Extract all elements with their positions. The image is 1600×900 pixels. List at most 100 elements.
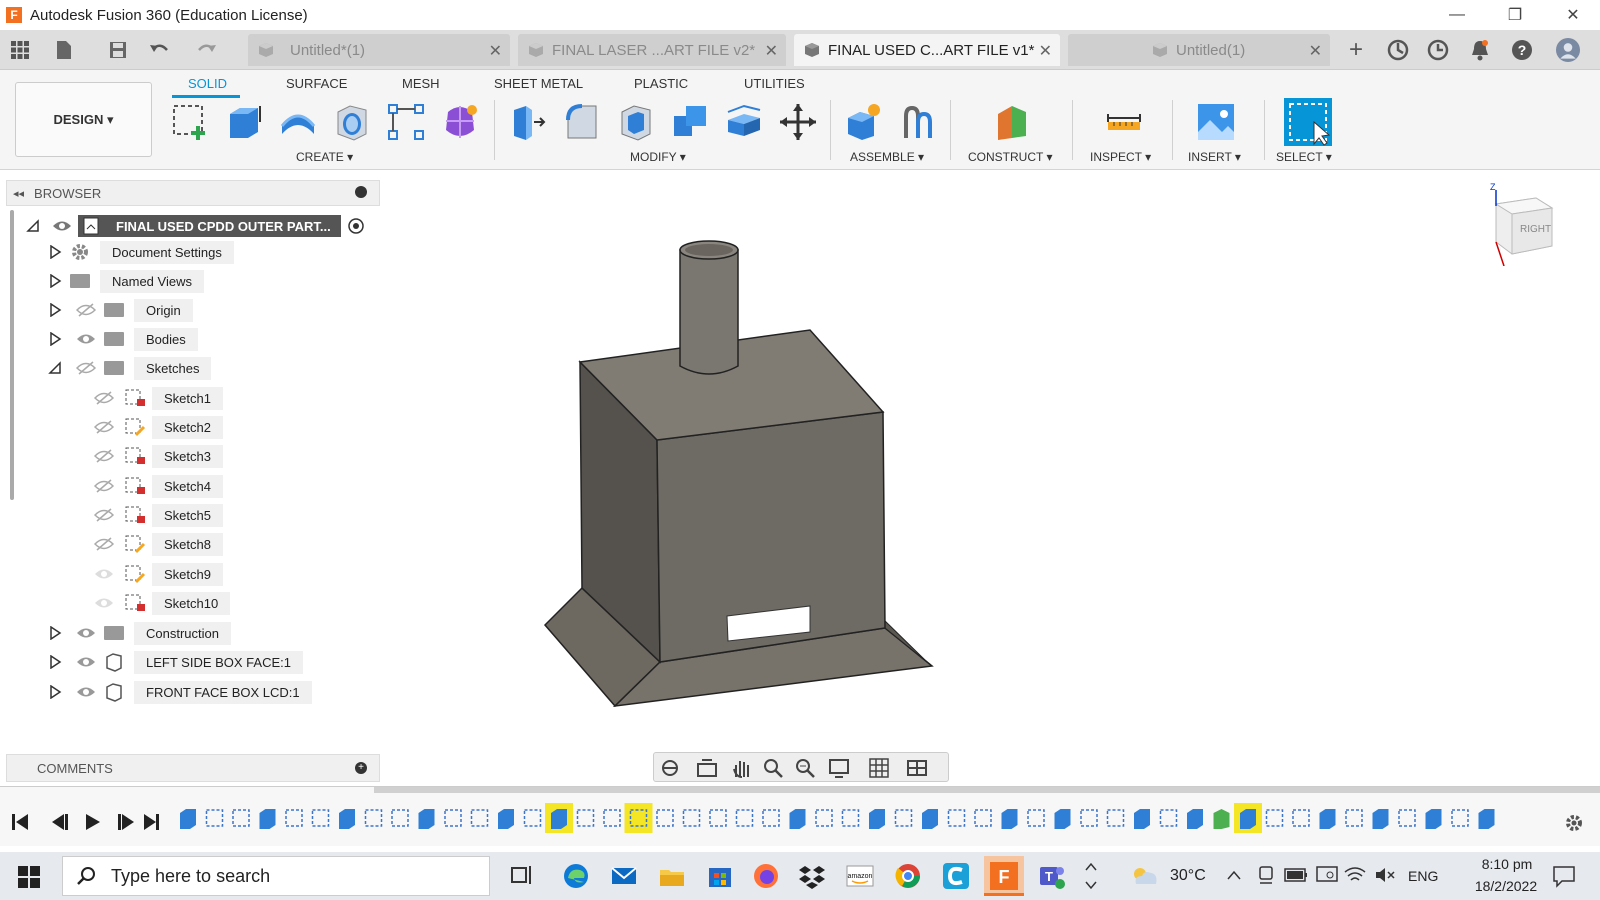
viewports-icon[interactable]	[906, 757, 928, 779]
view-cube[interactable]: Z RIGHT	[1490, 182, 1560, 267]
combine-icon[interactable]	[670, 102, 710, 142]
tree-row-sketch9[interactable]: Sketch9	[94, 562, 223, 586]
canvas-viewport[interactable]: Z RIGHT	[380, 172, 1600, 784]
collapse-browser-icon[interactable]: ◂◂	[13, 187, 24, 200]
hidden-eye-icon[interactable]	[76, 303, 96, 317]
timeline-feature-icon[interactable]	[709, 809, 727, 827]
timeline-feature-icon[interactable]	[1080, 809, 1098, 827]
timeline-feature-icon[interactable]	[470, 809, 489, 827]
timeline-feature-icon[interactable]	[1106, 809, 1125, 827]
file-explorer-icon[interactable]	[658, 862, 686, 890]
timeline-feature-icon[interactable]	[1001, 809, 1018, 829]
save-icon[interactable]	[106, 38, 130, 62]
close-tab-icon[interactable]: ✕	[765, 41, 778, 61]
input-language[interactable]: ENG	[1408, 868, 1438, 884]
move-copy-icon[interactable]	[778, 102, 818, 142]
notifications-bell-icon[interactable]	[1468, 38, 1492, 62]
timeline-feature-icon[interactable]	[1265, 809, 1284, 827]
task-view-icon[interactable]	[508, 862, 536, 890]
weather-temperature[interactable]: 30°C	[1170, 867, 1206, 885]
tab-final-used-active[interactable]: FINAL USED C...ART FILE v1* ✕	[794, 34, 1060, 66]
faded-eye-icon[interactable]	[94, 567, 114, 581]
help-icon[interactable]: ?	[1510, 38, 1534, 62]
amazon-icon[interactable]: amazon	[846, 862, 874, 890]
construct-menu[interactable]: CONSTRUCT ▾	[968, 150, 1052, 164]
restore-button[interactable]: ❐	[1490, 0, 1540, 30]
fillet-icon[interactable]	[562, 102, 602, 142]
timeline-feature-icon[interactable]	[551, 809, 567, 829]
close-tab-icon[interactable]: ✕	[489, 41, 502, 61]
new-component-icon[interactable]	[844, 102, 884, 142]
tab-mesh[interactable]: MESH	[402, 76, 440, 91]
timeline-feature-icon[interactable]	[656, 809, 674, 827]
tree-row-bodies[interactable]: Bodies	[48, 327, 198, 351]
tab-untitled-1[interactable]: Untitled(1) ✕	[1068, 34, 1330, 66]
timeline-feature-icon[interactable]	[922, 809, 938, 829]
hidden-eye-icon[interactable]	[94, 479, 114, 493]
undo-icon[interactable]	[148, 38, 172, 62]
hidden-eye-icon[interactable]	[94, 508, 114, 522]
chrome-icon[interactable]	[894, 862, 922, 890]
clock-time[interactable]: 8:10 pm	[1466, 856, 1548, 872]
activate-radio-icon[interactable]	[347, 217, 365, 235]
tab-solid[interactable]: SOLID	[188, 76, 227, 91]
tree-row-left-side-box-face[interactable]: LEFT SIDE BOX FACE:1	[48, 650, 303, 674]
taskbar-search-box[interactable]: Type here to search	[62, 856, 490, 896]
timeline-feature-icon[interactable]	[1345, 809, 1363, 827]
timeline-feature-icon[interactable]	[391, 809, 409, 827]
timeline-feature-icon[interactable]	[498, 809, 514, 829]
comments-bar[interactable]: COMMENTS +	[6, 754, 380, 782]
taskbar-scroll-arrows[interactable]	[1084, 860, 1098, 892]
measure-icon[interactable]	[1104, 102, 1144, 142]
tree-row-sketch10[interactable]: Sketch10	[94, 591, 231, 615]
timeline-feature-icon[interactable]	[974, 809, 992, 827]
new-tab-plus-icon[interactable]: +	[1344, 36, 1368, 63]
zoom-icon[interactable]	[762, 757, 784, 779]
timeline-feature-icon[interactable]	[1159, 809, 1178, 827]
tab-final-laser[interactable]: FINAL LASER ...ART FILE v2* ✕	[518, 34, 786, 66]
tree-row-document-settings[interactable]: Document Settings	[48, 240, 234, 264]
hidden-eye-icon[interactable]	[76, 361, 96, 375]
timeline-feature-icon[interactable]	[259, 809, 276, 829]
tree-row-sketch2[interactable]: Sketch2	[94, 415, 223, 439]
expand-triangle-icon[interactable]	[48, 303, 62, 317]
timeline-feature-icon[interactable]	[1027, 809, 1045, 827]
tab-untitled-1-unsaved[interactable]: Untitled*(1) ✕	[248, 34, 510, 66]
tree-row-sketch3[interactable]: Sketch3	[94, 444, 223, 468]
battery-icon[interactable]	[1284, 867, 1308, 883]
timeline-feature-icon[interactable]	[418, 809, 435, 829]
rectangular-pattern-icon[interactable]	[386, 102, 426, 142]
expand-triangle-icon[interactable]	[48, 655, 62, 669]
webcam-icon[interactable]	[1256, 865, 1276, 885]
browser-pin-icon[interactable]	[355, 186, 367, 198]
timeline-feature-icon[interactable]	[339, 809, 355, 829]
tree-row-sketches[interactable]: Sketches	[48, 356, 212, 380]
timeline-feature-icon[interactable]	[735, 809, 754, 827]
timeline-scrollbar[interactable]	[374, 787, 1600, 793]
data-panel-grid-icon[interactable]	[8, 38, 32, 62]
visibility-eye-icon[interactable]	[76, 626, 96, 640]
hole-icon[interactable]	[332, 102, 372, 142]
expand-triangle-icon[interactable]	[48, 626, 62, 640]
inspect-menu[interactable]: INSPECT ▾	[1090, 150, 1151, 164]
extrude-icon[interactable]	[224, 102, 264, 142]
hidden-eye-icon[interactable]	[94, 391, 114, 405]
timeline-feature-icon[interactable]	[523, 809, 542, 827]
user-avatar[interactable]	[1556, 38, 1580, 62]
mail-icon[interactable]	[610, 862, 638, 890]
timeline-features[interactable]	[176, 801, 1516, 835]
timeline-feature-icon[interactable]	[1134, 809, 1150, 829]
hidden-eye-icon[interactable]	[94, 537, 114, 551]
display-icon[interactable]	[1316, 866, 1338, 884]
timeline-feature-icon[interactable]	[894, 809, 913, 827]
browser-scrollbar[interactable]	[10, 210, 14, 500]
timeline-feature-icon[interactable]	[232, 809, 250, 827]
add-comment-icon[interactable]: +	[355, 762, 367, 774]
redo-icon[interactable]	[194, 38, 218, 62]
expand-triangle-icon[interactable]	[48, 332, 62, 346]
revolve-icon[interactable]	[278, 102, 318, 142]
orbit-icon[interactable]	[660, 758, 680, 778]
create-menu[interactable]: CREATE ▾	[296, 150, 353, 164]
expand-triangle-icon[interactable]	[48, 274, 62, 288]
visibility-eye-icon[interactable]	[52, 219, 72, 233]
